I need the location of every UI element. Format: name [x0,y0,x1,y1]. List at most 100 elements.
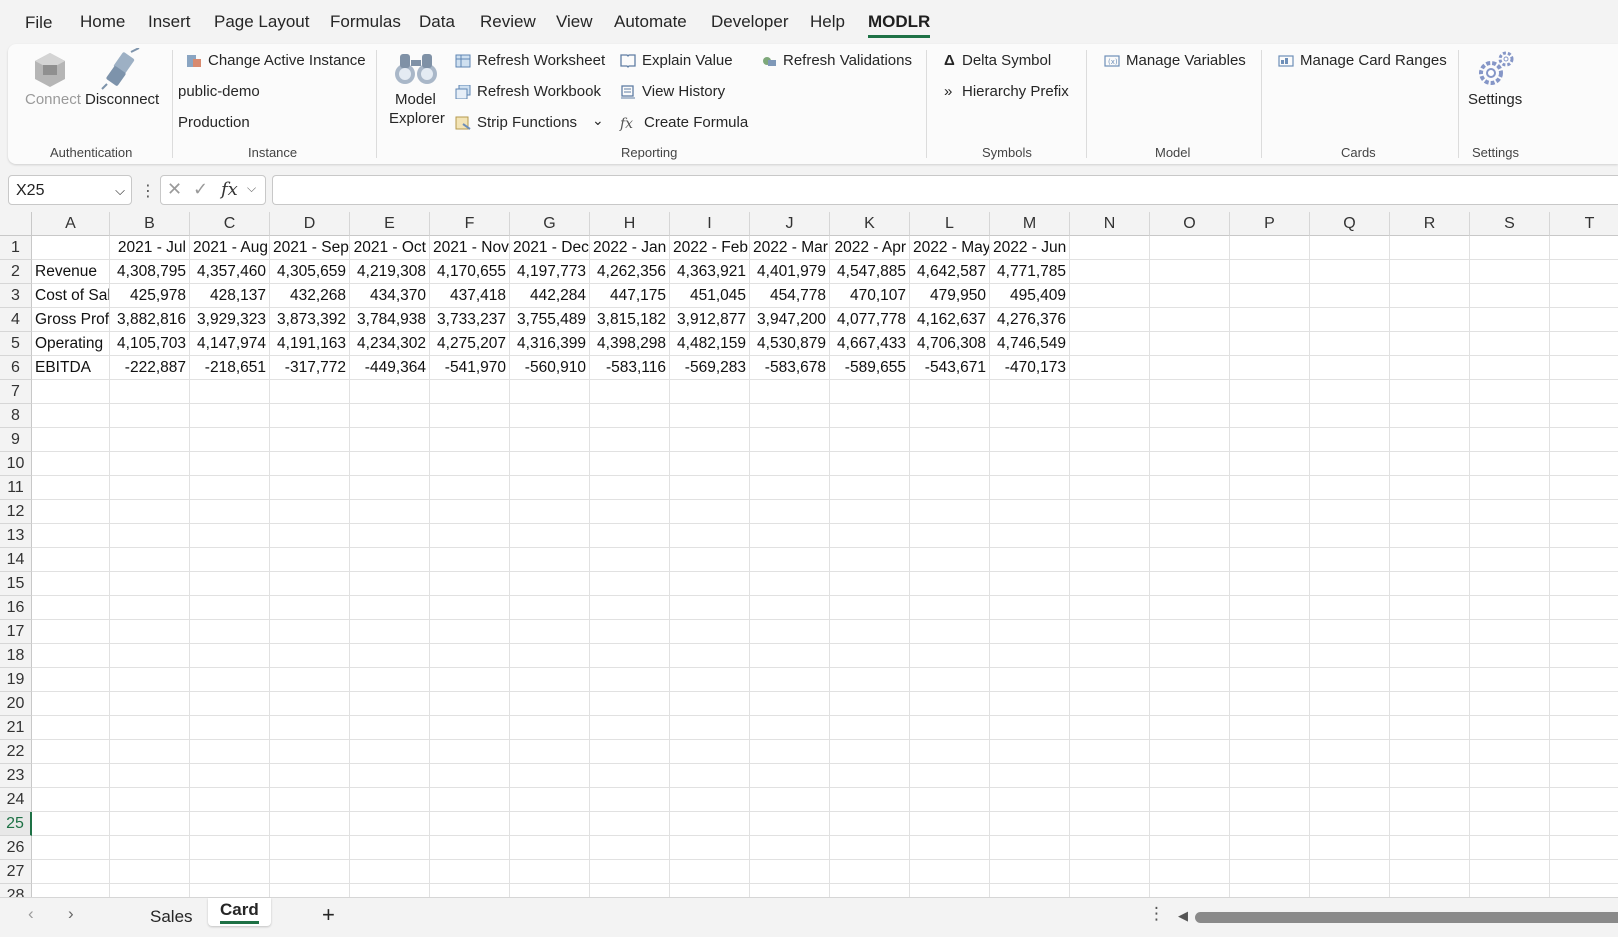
cell[interactable] [270,884,350,897]
cell[interactable] [1550,740,1618,764]
value-cell[interactable]: 4,162,637 [910,308,990,332]
cell[interactable] [270,428,350,452]
cell[interactable] [350,644,430,668]
cell[interactable] [110,860,190,884]
cell[interactable] [990,644,1070,668]
cell[interactable] [1230,620,1310,644]
cell[interactable] [190,596,270,620]
row-header[interactable]: 16 [0,596,32,620]
cell[interactable] [910,788,990,812]
cell[interactable] [1070,716,1150,740]
cell[interactable] [110,572,190,596]
cell[interactable] [1390,884,1470,897]
cell[interactable] [1230,668,1310,692]
cell[interactable] [110,404,190,428]
cell[interactable] [590,668,670,692]
row-header[interactable]: 17 [0,620,32,644]
cell[interactable] [1310,788,1390,812]
cell[interactable] [830,524,910,548]
cell[interactable] [510,548,590,572]
cell[interactable] [350,812,430,836]
row-label-cell[interactable]: EBITDA [32,356,110,380]
cell[interactable] [190,620,270,644]
cell[interactable] [1310,716,1390,740]
cell[interactable] [510,764,590,788]
column-header[interactable]: G [510,212,590,236]
cell[interactable] [750,500,830,524]
cell[interactable] [1390,788,1470,812]
cell[interactable] [990,668,1070,692]
cell[interactable] [990,404,1070,428]
cell[interactable] [1150,620,1230,644]
cell[interactable] [830,788,910,812]
cell[interactable] [590,500,670,524]
cell[interactable] [1310,332,1390,356]
value-cell[interactable]: 4,363,921 [670,260,750,284]
cell[interactable] [510,860,590,884]
row-header[interactable]: 6 [0,356,32,380]
cell[interactable] [350,476,430,500]
row-header[interactable]: 22 [0,740,32,764]
cell[interactable] [910,404,990,428]
row-header[interactable]: 28 [0,884,32,897]
cell[interactable] [1310,644,1390,668]
cell[interactable] [350,860,430,884]
column-header[interactable]: S [1470,212,1550,236]
cell[interactable] [1470,668,1550,692]
cell[interactable] [1310,764,1390,788]
value-cell[interactable]: -317,772 [270,356,350,380]
cell[interactable] [32,404,110,428]
cell[interactable] [1150,740,1230,764]
cell[interactable] [1390,764,1470,788]
cell[interactable] [190,572,270,596]
cell[interactable] [190,452,270,476]
cell[interactable] [1230,308,1310,332]
value-cell[interactable]: -541,970 [430,356,510,380]
explain-value-button[interactable]: Explain Value [620,52,733,69]
value-cell[interactable]: 3,784,938 [350,308,430,332]
value-cell[interactable]: 4,667,433 [830,332,910,356]
cell[interactable] [1470,788,1550,812]
menu-developer[interactable]: Developer [711,12,789,32]
cell[interactable] [1070,644,1150,668]
cell[interactable] [1150,404,1230,428]
cell[interactable] [990,476,1070,500]
period-header-cell[interactable]: 2021 - Sep [270,236,350,260]
cell[interactable] [590,452,670,476]
cell[interactable] [830,884,910,897]
cell[interactable] [510,644,590,668]
cell[interactable] [1070,452,1150,476]
row-header[interactable]: 5 [0,332,32,356]
column-header[interactable]: E [350,212,430,236]
value-cell[interactable]: 432,268 [270,284,350,308]
cell[interactable] [910,692,990,716]
value-cell[interactable]: 3,873,392 [270,308,350,332]
cell[interactable] [990,836,1070,860]
cell[interactable] [590,764,670,788]
cell[interactable] [1070,356,1150,380]
cell[interactable] [910,428,990,452]
cell[interactable] [1390,332,1470,356]
cell[interactable] [670,884,750,897]
value-cell[interactable]: 4,530,879 [750,332,830,356]
cell[interactable] [830,668,910,692]
cell[interactable] [1150,236,1230,260]
cell[interactable] [750,572,830,596]
cell[interactable] [32,236,110,260]
cell[interactable] [1070,380,1150,404]
cell[interactable] [1390,740,1470,764]
row-header[interactable]: 18 [0,644,32,668]
cell[interactable] [750,620,830,644]
cell[interactable] [110,668,190,692]
cell[interactable] [750,788,830,812]
cell[interactable] [590,788,670,812]
cell[interactable] [430,716,510,740]
cell[interactable] [990,524,1070,548]
cell[interactable] [1310,860,1390,884]
cell[interactable] [1390,404,1470,428]
cell[interactable] [1550,356,1618,380]
cell[interactable] [590,644,670,668]
cell[interactable] [350,788,430,812]
cell[interactable] [430,788,510,812]
cell[interactable] [1150,308,1230,332]
